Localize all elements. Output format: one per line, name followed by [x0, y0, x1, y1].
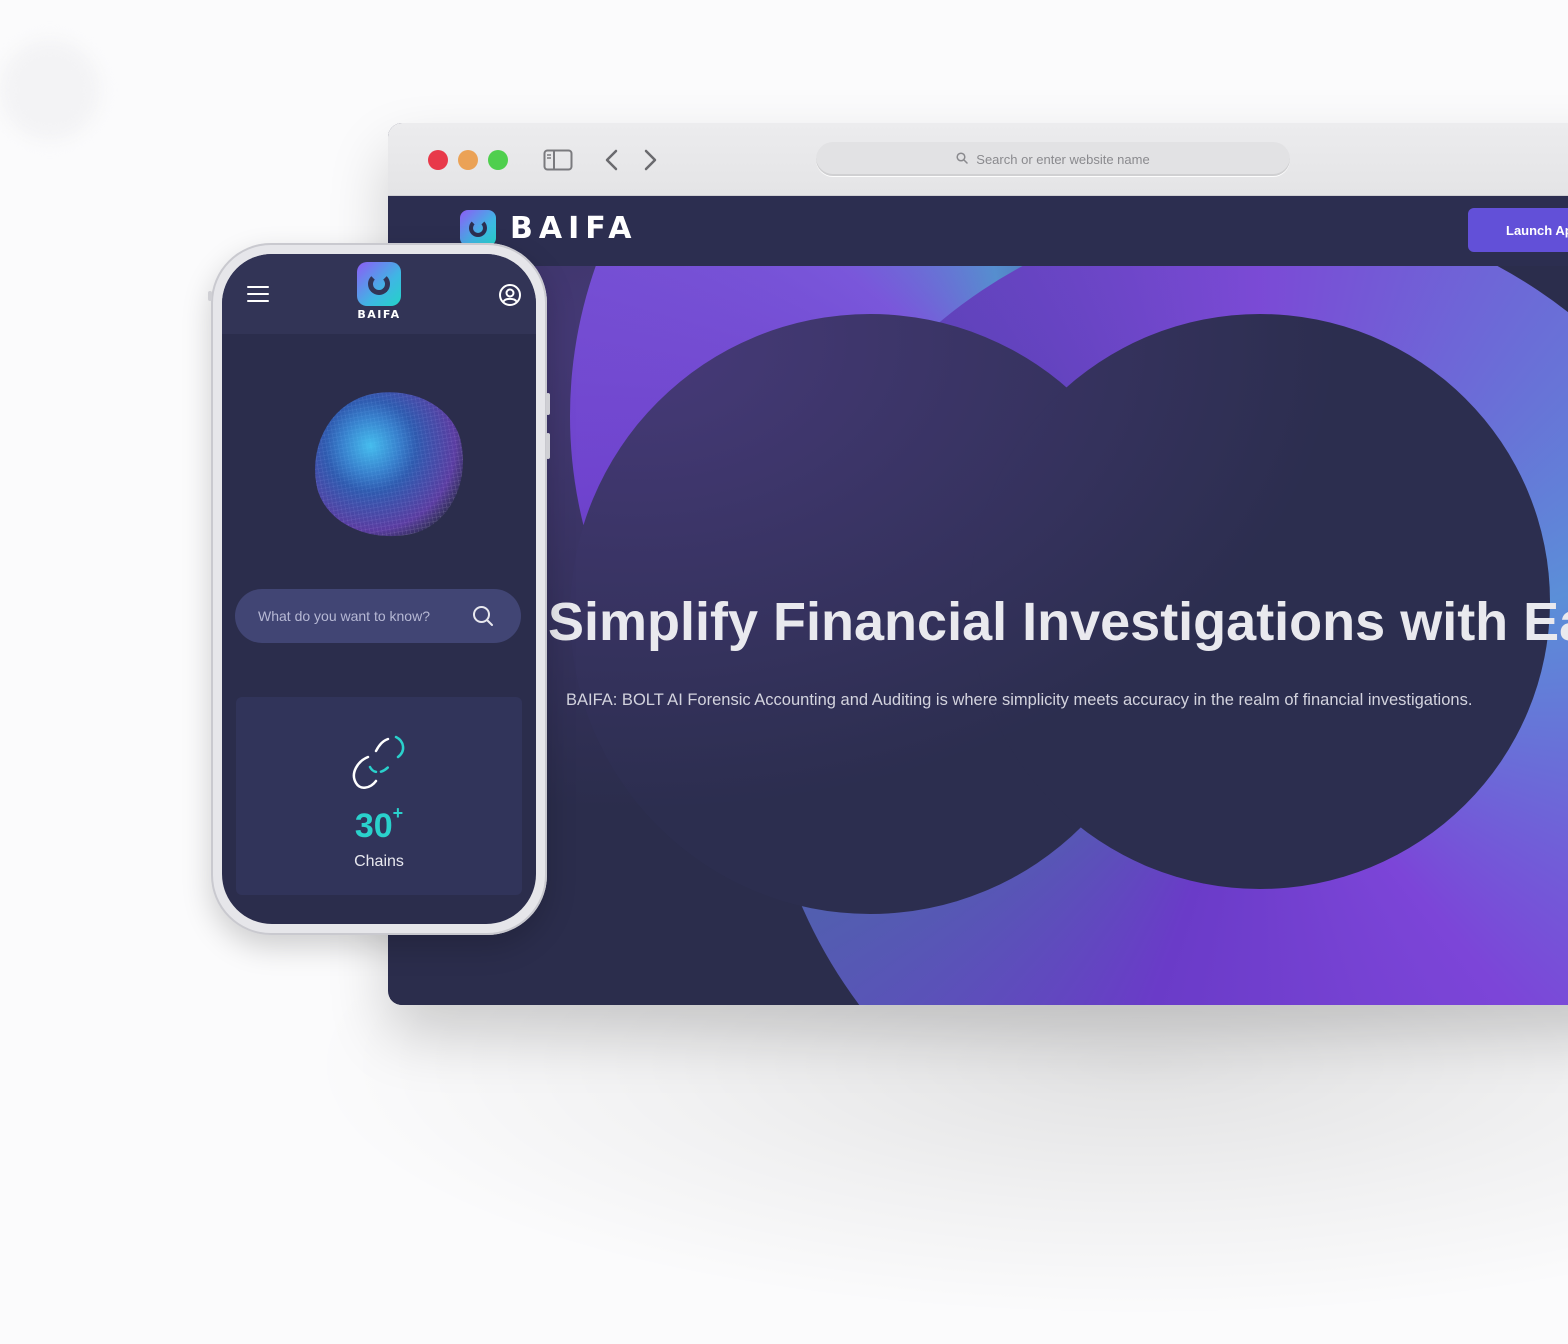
- mockup-stage: Search or enter website name BAIFA Launc…: [0, 0, 1568, 1344]
- phone-side-button: [208, 291, 212, 301]
- phone-device: BAIFA What do you want to know? 30+ Chai…: [208, 243, 550, 935]
- hero-title: Simplify Financial Investigations with E…: [548, 592, 1568, 652]
- site-header: BAIFA Launch App: [390, 196, 1568, 266]
- phone-volume-down-button: [546, 433, 550, 459]
- website-viewport: BAIFA Launch App Simplify Financial Inve…: [390, 196, 1568, 1005]
- user-account-icon[interactable]: [498, 283, 522, 307]
- chain-link-icon: [344, 727, 416, 799]
- mobile-header: BAIFA: [222, 254, 536, 334]
- forward-chevron-icon[interactable]: [638, 145, 664, 175]
- mobile-logo-text: BAIFA: [357, 308, 401, 321]
- ai-orb-graphic: [302, 380, 476, 549]
- chains-stat-card: 30+ Chains: [236, 697, 522, 895]
- chains-count-value: 30: [354, 807, 393, 845]
- chains-count-suffix: +: [392, 802, 404, 823]
- minimize-window-button[interactable]: [458, 150, 478, 170]
- logo-icon: [357, 262, 401, 306]
- browser-toolbar: Search or enter website name: [388, 123, 1568, 196]
- phone-volume-up-button: [546, 393, 550, 415]
- launch-app-button[interactable]: Launch App: [1468, 208, 1568, 252]
- search-icon: [956, 151, 969, 167]
- address-placeholder: Search or enter website name: [976, 151, 1150, 167]
- search-icon[interactable]: [471, 604, 495, 628]
- logo-text: BAIFA: [510, 210, 638, 246]
- browser-window: Search or enter website name BAIFA Launc…: [388, 123, 1568, 1005]
- address-bar[interactable]: Search or enter website name: [816, 142, 1290, 176]
- background-blob: [0, 40, 100, 140]
- hero-section: Simplify Financial Investigations with E…: [390, 266, 1568, 1005]
- logo-icon: [460, 210, 496, 246]
- mobile-search-placeholder: What do you want to know?: [258, 608, 430, 624]
- mobile-search-bar[interactable]: What do you want to know?: [235, 589, 521, 643]
- close-window-button[interactable]: [428, 150, 448, 170]
- site-logo[interactable]: BAIFA: [460, 210, 638, 246]
- hero-subtitle: BAIFA: BOLT AI Forensic Accounting and A…: [566, 691, 1473, 709]
- back-chevron-icon[interactable]: [598, 145, 624, 175]
- maximize-window-button[interactable]: [488, 150, 508, 170]
- hamburger-menu-icon[interactable]: [246, 282, 270, 306]
- chains-count: 30+: [236, 803, 522, 846]
- floor-shadow: [300, 1000, 1568, 1320]
- mobile-logo[interactable]: BAIFA: [355, 262, 403, 321]
- phone-screen: BAIFA What do you want to know? 30+ Chai…: [222, 254, 536, 924]
- sidebar-icon[interactable]: [542, 145, 574, 175]
- chains-label: Chains: [354, 853, 404, 870]
